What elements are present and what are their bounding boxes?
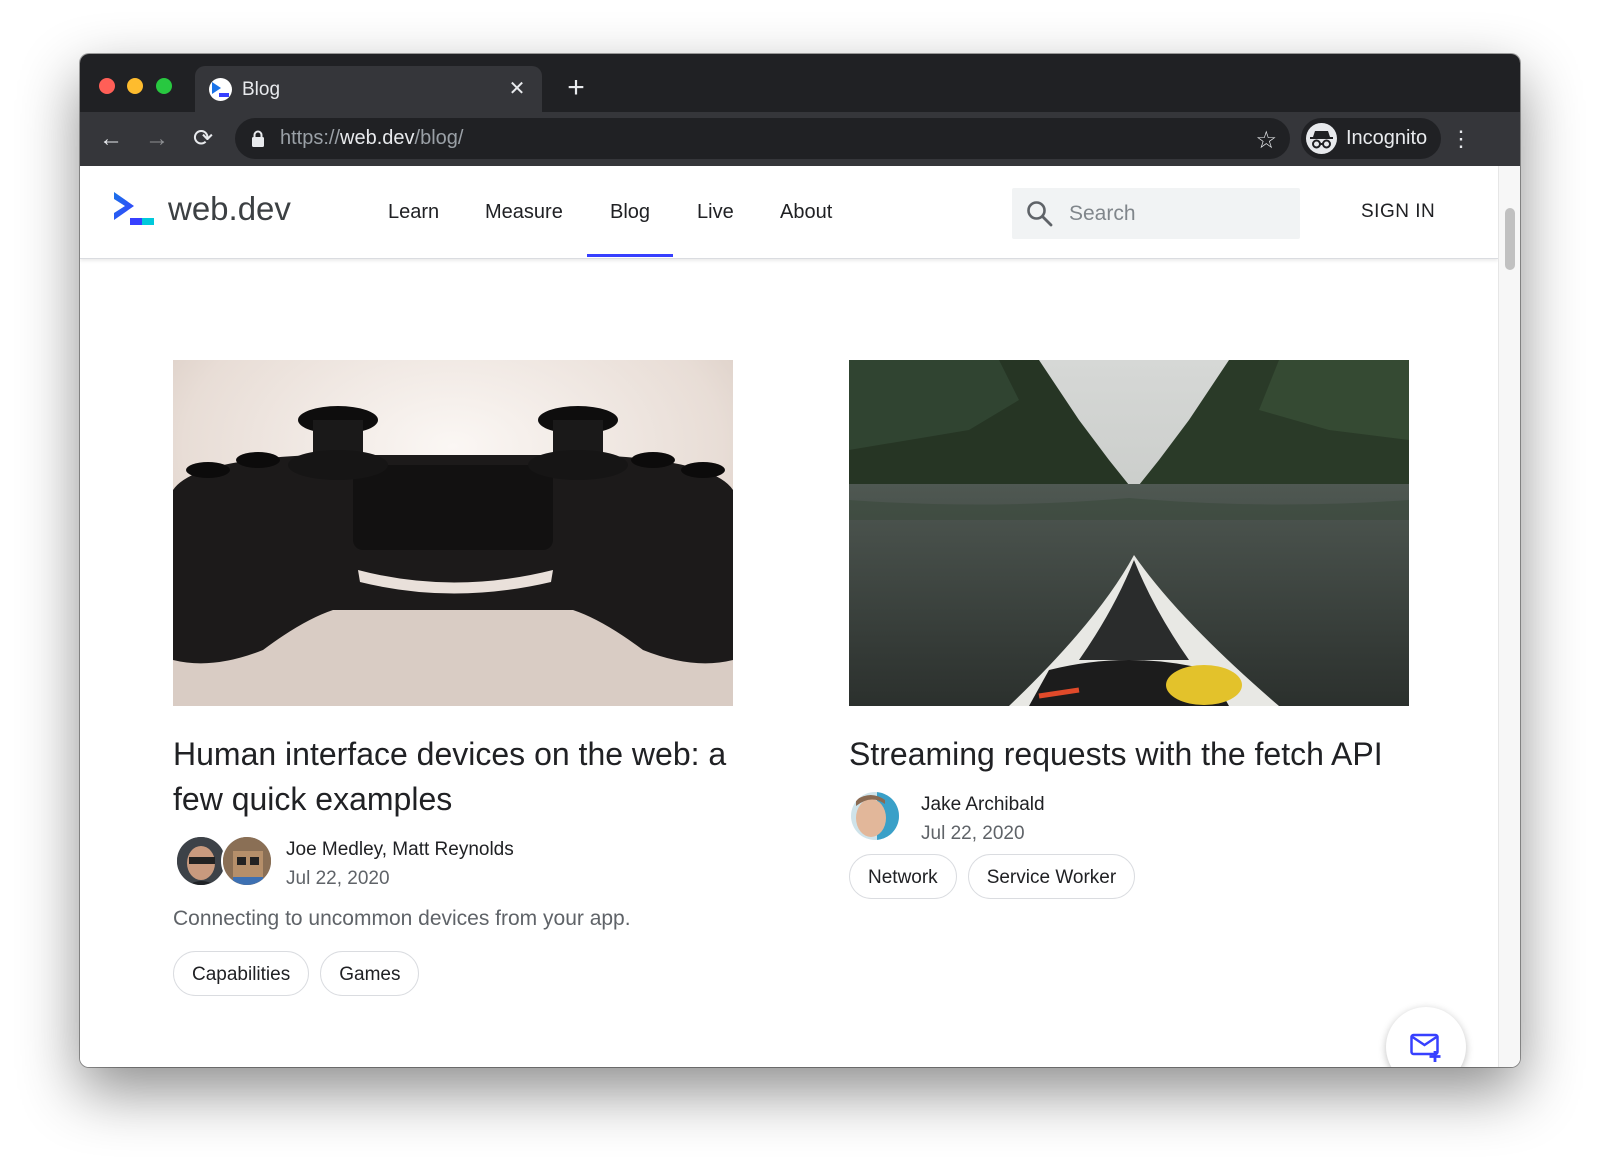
post-authors[interactable]: Joe Medley, Matt Reynolds xyxy=(286,839,514,861)
post-byline: Joe Medley, Matt Reynolds Jul 22, 2020 xyxy=(173,833,733,891)
arrow-right-icon[interactable]: → xyxy=(142,124,172,154)
lock-icon xyxy=(252,130,264,147)
post-description: Connecting to uncommon devices from your… xyxy=(173,907,631,930)
star-icon[interactable]: ☆ xyxy=(1255,126,1277,155)
arrow-left-icon[interactable]: ← xyxy=(96,124,126,154)
search-icon xyxy=(1027,201,1053,227)
subscribe-mail-icon xyxy=(1410,1033,1441,1062)
incognito-icon xyxy=(1306,123,1337,154)
tab-title: Blog xyxy=(242,79,281,100)
post-card[interactable]: Streaming requests with the fetch API Ja… xyxy=(849,360,1409,899)
url-scheme: https:// xyxy=(280,127,341,149)
tab-strip: Blog ✕ + xyxy=(80,54,1520,112)
nav-measure[interactable]: Measure xyxy=(485,201,563,224)
avatar[interactable] xyxy=(221,835,273,887)
site-header: web.dev Learn Measure Blog Live About Se… xyxy=(80,166,1498,259)
window-close-button[interactable] xyxy=(99,78,115,94)
incognito-profile-button[interactable]: Incognito xyxy=(1301,118,1441,159)
search-placeholder: Search xyxy=(1069,202,1136,225)
address-bar[interactable]: https://web.dev/blog/ ☆ xyxy=(235,118,1290,159)
vertical-dots-icon[interactable]: ⋮ xyxy=(1449,122,1473,156)
post-date: Jul 22, 2020 xyxy=(286,868,390,889)
post-authors[interactable]: Jake Archibald xyxy=(921,794,1045,816)
webdev-logo-icon[interactable] xyxy=(114,192,154,226)
webdev-favicon-icon xyxy=(209,78,232,101)
post-title[interactable]: Human interface devices on the web: a fe… xyxy=(173,732,733,822)
avatar[interactable] xyxy=(175,835,227,887)
kayak-on-lake-photo[interactable] xyxy=(849,360,1409,706)
window-maximize-button[interactable] xyxy=(156,78,172,94)
tag-chip[interactable]: Service Worker xyxy=(967,854,1136,899)
tag-chip[interactable]: Capabilities xyxy=(173,951,310,996)
search-input[interactable]: Search xyxy=(1012,188,1300,239)
scrollbar[interactable] xyxy=(1498,166,1520,1067)
url-path: /blog/ xyxy=(414,127,464,149)
tag-list: Network Service Worker xyxy=(849,854,1409,899)
reload-icon[interactable]: ⟳ xyxy=(188,124,218,154)
site-logo-text[interactable]: web.dev xyxy=(168,190,291,228)
window-minimize-button[interactable] xyxy=(127,78,143,94)
url-host: web.dev xyxy=(340,127,415,149)
nav-blog[interactable]: Blog xyxy=(610,201,650,224)
tag-list: Capabilities Games xyxy=(173,951,733,996)
nav-live[interactable]: Live xyxy=(697,201,734,224)
post-title[interactable]: Streaming requests with the fetch API xyxy=(849,732,1409,777)
tag-chip[interactable]: Games xyxy=(320,951,420,996)
avatar[interactable] xyxy=(849,790,901,842)
browser-toolbar: ← → ⟳ https://web.dev/blog/ ☆ Incognito … xyxy=(80,112,1520,166)
active-nav-indicator xyxy=(587,254,673,257)
url-text[interactable]: https://web.dev/blog/ xyxy=(280,127,463,150)
close-icon[interactable]: ✕ xyxy=(504,76,530,102)
scrollbar-thumb[interactable] xyxy=(1505,208,1515,270)
subscribe-button[interactable] xyxy=(1386,1007,1466,1067)
post-card[interactable]: Human interface devices on the web: a fe… xyxy=(173,360,733,996)
browser-window: Blog ✕ + ← → ⟳ https://web.dev/blog/ ☆ I… xyxy=(80,54,1520,1067)
incognito-label: Incognito xyxy=(1346,127,1428,149)
tag-chip[interactable]: Network xyxy=(849,854,957,899)
nav-learn[interactable]: Learn xyxy=(388,201,439,224)
page-content: web.dev Learn Measure Blog Live About Se… xyxy=(80,166,1520,1067)
game-controller-photo[interactable] xyxy=(173,360,733,706)
nav-about[interactable]: About xyxy=(780,201,832,224)
post-date: Jul 22, 2020 xyxy=(921,823,1025,844)
plus-icon[interactable]: + xyxy=(561,73,591,104)
sign-in-button[interactable]: SIGN IN xyxy=(1361,201,1435,223)
tab-blog[interactable]: Blog ✕ xyxy=(195,66,542,112)
post-byline: Jake Archibald Jul 22, 2020 xyxy=(849,788,1409,846)
